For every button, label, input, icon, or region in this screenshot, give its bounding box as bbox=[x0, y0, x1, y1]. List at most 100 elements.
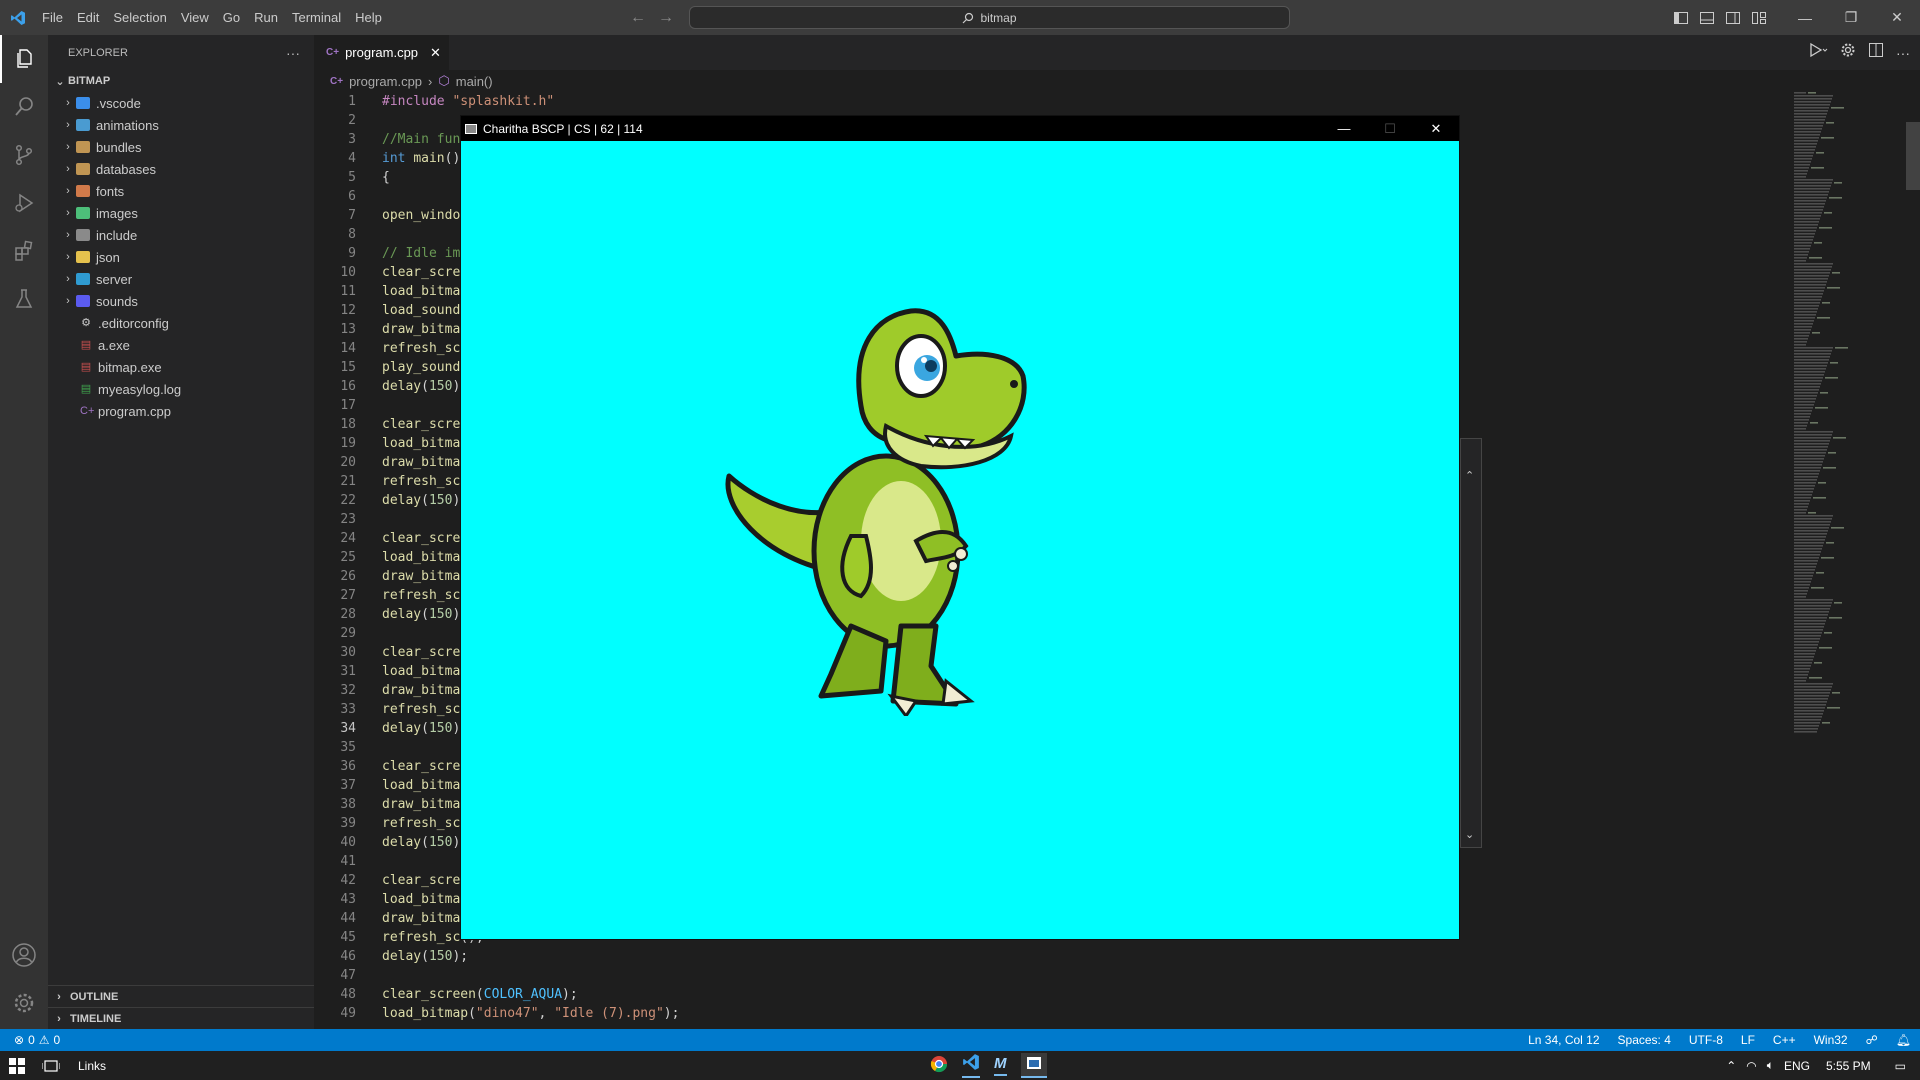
cursor-position[interactable]: Ln 34, Col 12 bbox=[1519, 1033, 1608, 1047]
editor-more-icon[interactable]: ··· bbox=[1896, 45, 1910, 61]
chrome-icon[interactable] bbox=[930, 1055, 948, 1076]
command-center-search[interactable]: bitmap bbox=[689, 6, 1290, 29]
menu-go[interactable]: Go bbox=[216, 0, 247, 35]
file-item[interactable]: ▤ myeasylog.log bbox=[48, 378, 314, 400]
file-item[interactable]: ▤ a.exe bbox=[48, 334, 314, 356]
gear-icon[interactable] bbox=[1840, 42, 1856, 63]
search-sidebar-icon[interactable] bbox=[0, 83, 48, 131]
folder-item[interactable]: › json bbox=[48, 246, 314, 268]
vscode-taskbar-icon[interactable] bbox=[962, 1053, 980, 1078]
notifications-icon[interactable]: ▭ bbox=[1881, 1059, 1906, 1073]
accounts-icon[interactable] bbox=[0, 931, 48, 979]
menu-edit[interactable]: Edit bbox=[70, 0, 106, 35]
splashkit-window[interactable]: Charitha BSCP | CS | 62 | 114 — ☐ ✕ bbox=[460, 115, 1460, 940]
code-line[interactable]: 48 clear_screen(COLOR_AQUA); bbox=[314, 985, 1794, 1004]
chevron-down-icon[interactable]: ⌄ bbox=[1465, 828, 1474, 841]
code-line[interactable]: 49 load_bitmap("dino47", "Idle (7).png"); bbox=[314, 1004, 1794, 1023]
close-window-icon[interactable]: ✕ bbox=[1874, 0, 1920, 35]
line-number: 37 bbox=[340, 778, 356, 793]
folder-item[interactable]: › server bbox=[48, 268, 314, 290]
code-line[interactable]: 47 bbox=[314, 966, 1794, 985]
extensions-icon[interactable] bbox=[0, 227, 48, 275]
chevron-right-icon: › bbox=[66, 97, 70, 109]
folder-item[interactable]: › sounds bbox=[48, 290, 314, 312]
language-mode[interactable]: C++ bbox=[1764, 1033, 1805, 1047]
file-item[interactable]: C+ program.cpp bbox=[48, 400, 314, 422]
code-line[interactable]: 46 delay(150); bbox=[314, 947, 1794, 966]
app-window-taskbar-icon[interactable] bbox=[1020, 1053, 1047, 1078]
feedback-icon[interactable]: ☍ bbox=[1857, 1033, 1887, 1047]
forward-arrow-icon[interactable]: → bbox=[658, 9, 674, 27]
line-number: 4 bbox=[348, 151, 356, 166]
minimize-icon[interactable]: — bbox=[1782, 0, 1828, 35]
editor-scrollbar[interactable] bbox=[1906, 122, 1920, 190]
testing-icon[interactable] bbox=[0, 275, 48, 323]
customize-layout-icon[interactable] bbox=[1746, 0, 1772, 35]
folder-icon bbox=[76, 185, 90, 197]
restore-icon[interactable]: ❐ bbox=[1828, 0, 1874, 35]
folder-item[interactable]: › .vscode bbox=[48, 92, 314, 114]
run-file-icon[interactable] bbox=[1808, 42, 1828, 63]
menu-run[interactable]: Run bbox=[247, 0, 285, 35]
windows-start-icon[interactable] bbox=[0, 1057, 34, 1074]
toggle-secondary-sidebar-icon[interactable] bbox=[1720, 0, 1746, 35]
folder-item[interactable]: › fonts bbox=[48, 180, 314, 202]
menu-selection[interactable]: Selection bbox=[106, 0, 173, 35]
folder-item[interactable]: › images bbox=[48, 202, 314, 224]
menu-file[interactable]: File bbox=[35, 0, 70, 35]
minimize-icon[interactable]: — bbox=[1321, 116, 1367, 141]
folder-item[interactable]: › bundles bbox=[48, 136, 314, 158]
menu-terminal[interactable]: Terminal bbox=[285, 0, 348, 35]
code-text: delay(150) bbox=[382, 721, 461, 736]
menu-view[interactable]: View bbox=[174, 0, 216, 35]
chevron-up-icon[interactable]: ⌃ bbox=[1465, 469, 1474, 482]
file-label: a.exe bbox=[98, 337, 130, 353]
folder-item[interactable]: › include bbox=[48, 224, 314, 246]
tray-expand-icon[interactable]: ⌃ bbox=[1726, 1059, 1736, 1073]
line-number: 13 bbox=[340, 322, 356, 337]
folder-item[interactable]: › animations bbox=[48, 114, 314, 136]
indentation[interactable]: Spaces: 4 bbox=[1609, 1033, 1680, 1047]
file-item[interactable]: ⚙ .editorconfig bbox=[48, 312, 314, 334]
file-item[interactable]: ▤ bitmap.exe bbox=[48, 356, 314, 378]
settings-gear-icon[interactable] bbox=[0, 979, 48, 1027]
volume-icon[interactable]: 🔈︎ bbox=[1767, 1058, 1774, 1073]
splashkit-titlebar[interactable]: Charitha BSCP | CS | 62 | 114 — ☐ ✕ bbox=[461, 116, 1459, 141]
wifi-icon[interactable]: ◠ bbox=[1746, 1059, 1756, 1073]
chevron-right-icon: › bbox=[57, 1012, 61, 1025]
problems-indicator[interactable]: ⊗ 0 ⚠ 0 bbox=[0, 1033, 60, 1047]
tab-program-cpp[interactable]: C+ program.cpp ✕ bbox=[314, 35, 449, 70]
bell-icon[interactable]: 🔔︎ bbox=[1887, 1033, 1920, 1047]
maximize-icon[interactable]: ☐ bbox=[1367, 116, 1413, 141]
close-tab-icon[interactable]: ✕ bbox=[430, 45, 441, 61]
more-actions-icon[interactable]: ··· bbox=[286, 45, 300, 61]
chevron-right-icon: › bbox=[66, 141, 70, 153]
outline-panel-header[interactable]: › OUTLINE bbox=[48, 985, 314, 1007]
explorer-icon[interactable] bbox=[0, 35, 48, 83]
encoding[interactable]: UTF-8 bbox=[1680, 1033, 1732, 1047]
run-debug-icon[interactable] bbox=[0, 179, 48, 227]
back-arrow-icon[interactable]: ← bbox=[630, 9, 646, 27]
msys-m-icon[interactable]: M bbox=[994, 1055, 1007, 1076]
source-control-icon[interactable] bbox=[0, 131, 48, 179]
breadcrumb-symbol[interactable]: main() bbox=[456, 74, 493, 89]
menu-help[interactable]: Help bbox=[348, 0, 389, 35]
code-line[interactable]: 1 #include "splashkit.h" bbox=[314, 92, 1794, 111]
links-toolbar[interactable]: Links bbox=[68, 1059, 106, 1073]
input-language[interactable]: ENG bbox=[1784, 1059, 1810, 1073]
toggle-panel-icon[interactable] bbox=[1694, 0, 1720, 35]
close-window-icon[interactable]: ✕ bbox=[1413, 116, 1459, 141]
split-editor-icon[interactable] bbox=[1868, 42, 1884, 63]
platform[interactable]: Win32 bbox=[1805, 1033, 1857, 1047]
clock[interactable]: 5:55 PM bbox=[1820, 1059, 1871, 1073]
end-of-line[interactable]: LF bbox=[1732, 1033, 1764, 1047]
cube-icon: ⬡ bbox=[438, 73, 450, 88]
toggle-sidebar-icon[interactable] bbox=[1668, 0, 1694, 35]
timeline-panel-header[interactable]: › TIMELINE bbox=[48, 1007, 314, 1029]
task-view-icon[interactable] bbox=[34, 1059, 68, 1073]
breadcrumb-file[interactable]: program.cpp bbox=[349, 74, 422, 89]
folder-item[interactable]: › databases bbox=[48, 158, 314, 180]
minimap[interactable] bbox=[1790, 92, 1918, 912]
workspace-root[interactable]: ⌄ BITMAP bbox=[48, 70, 314, 92]
